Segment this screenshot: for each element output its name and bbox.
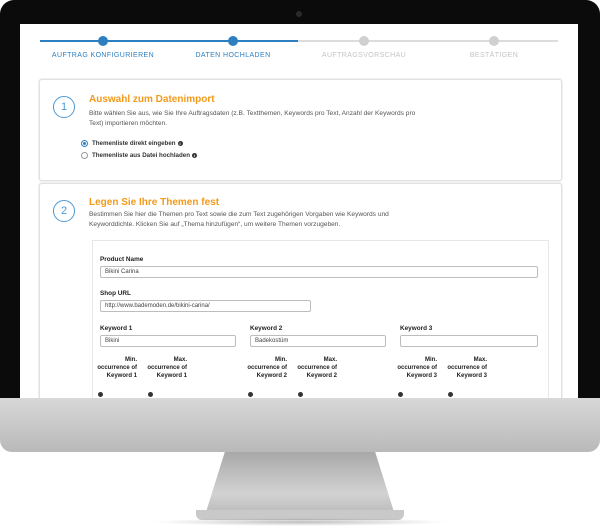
stepper-track-pending (298, 40, 558, 42)
option-direct-input[interactable]: Themenliste direkt eingeben i (81, 140, 183, 147)
step-number-badge: 1 (53, 96, 75, 118)
product-name-label: Product Name (100, 256, 144, 263)
shop-url-input[interactable] (100, 300, 311, 312)
radio-checked[interactable] (81, 140, 88, 147)
option-label: Themenliste aus Datei hochladen (92, 152, 190, 159)
monitor-chin (0, 398, 600, 452)
radio-unchecked[interactable] (81, 152, 88, 159)
step-dot-3 (359, 36, 369, 46)
topics-card: 2 Legen Sie Ihre Themen fest Bestimmen S… (39, 183, 562, 398)
info-icon[interactable] (98, 392, 103, 397)
step-label-configure[interactable]: AUFTRAG KONFIGURIEREN (43, 52, 163, 59)
option-file-upload[interactable]: Themenliste aus Datei hochladen i (81, 152, 197, 159)
monitor-stand (206, 452, 394, 512)
data-import-card: 1 Auswahl zum Datenimport Bitte wählen S… (39, 79, 562, 181)
keyword-2-max-label: Max. occurrence of Keyword 2 (297, 357, 337, 379)
keyword-1-max-label: Max. occurrence of Keyword 1 (147, 357, 187, 379)
keyword-1-label: Keyword 1 (100, 325, 133, 332)
step-label-confirm: BESTÄTIGEN (469, 52, 519, 59)
monitor-shadow (150, 518, 450, 526)
keyword-1-min-label: Min. occurrence of Keyword 1 (97, 357, 137, 379)
info-icon[interactable] (148, 392, 153, 397)
keyword-2-input[interactable] (250, 335, 386, 347)
section-description: Bitte wählen Sie aus, wie Sie Ihre Auftr… (89, 110, 416, 127)
info-icon[interactable] (298, 392, 303, 397)
keyword-3-input[interactable] (400, 335, 538, 347)
camera-icon (296, 11, 302, 17)
keyword-2-min-label: Min. occurrence of Keyword 2 (247, 357, 287, 379)
keyword-1-input[interactable] (100, 335, 236, 347)
info-icon[interactable] (248, 392, 253, 397)
step-dot-4 (489, 36, 499, 46)
info-icon[interactable] (448, 392, 453, 397)
progress-stepper: AUFTRAG KONFIGURIEREN DATEN HOCHLADEN AU… (20, 24, 578, 68)
screen: AUFTRAG KONFIGURIEREN DATEN HOCHLADEN AU… (20, 24, 578, 398)
section-title: Auswahl zum Datenimport (89, 94, 215, 105)
keyword-3-min-label: Min. occurrence of Keyword 3 (397, 357, 437, 379)
keyword-3-label: Keyword 3 (400, 325, 433, 332)
info-icon[interactable]: i (192, 153, 197, 158)
topic-form: Product Name Shop URL Keyword 1 Min. occ… (92, 240, 549, 398)
section-title: Legen Sie Ihre Themen fest (89, 197, 220, 208)
shop-url-label: Shop URL (100, 290, 131, 297)
monitor-bezel: AUFTRAG KONFIGURIEREN DATEN HOCHLADEN AU… (0, 0, 600, 398)
step-number-badge: 2 (53, 200, 75, 222)
product-name-input[interactable] (100, 266, 538, 278)
step-label-preview: AUFTRAGSVORSCHAU (321, 52, 407, 59)
info-icon[interactable] (398, 392, 403, 397)
info-icon[interactable]: i (177, 141, 183, 146)
option-label: Themenliste direkt eingeben (92, 140, 176, 147)
step-label-upload[interactable]: DATEN HOCHLADEN (173, 52, 293, 59)
step-dot-1 (98, 36, 108, 46)
step-dot-2 (228, 36, 238, 46)
keyword-2-label: Keyword 2 (250, 325, 283, 332)
stepper-track-done (40, 40, 298, 42)
section-description: Bestimmen Sie hier die Themen pro Text s… (89, 211, 389, 228)
keyword-3-max-label: Max. occurrence of Keyword 3 (447, 357, 487, 379)
